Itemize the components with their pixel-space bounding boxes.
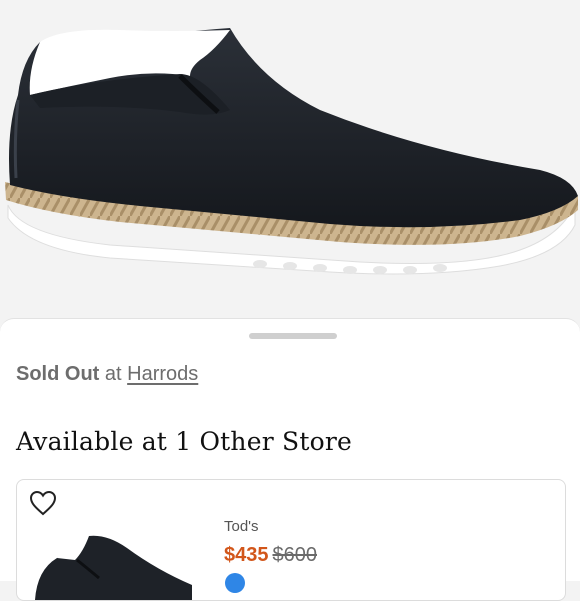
availability-line: Sold Out at Harrods [16,363,198,386]
offer-brand: Tod's [224,518,259,535]
other-stores-title: Available at 1 Other Store [16,427,352,456]
details-sheet: Sold Out at Harrods Available at 1 Other… [0,318,580,601]
original-price: $600 [272,544,318,566]
offer-product-thumbnail [35,535,192,600]
product-hero-image [0,0,580,318]
heart-outline-icon[interactable] [29,490,57,516]
sheet-drag-handle[interactable] [249,333,337,339]
store-offer-card[interactable]: Tod's $435 $600 [16,479,566,601]
sale-price: $435 [224,544,269,566]
retailer-link[interactable]: Harrods [127,363,198,385]
offer-price-row: $435 $600 [224,544,317,567]
retailer-badge-icon [225,573,245,593]
sold-out-status: Sold Out [16,363,100,385]
at-text: at [104,363,122,385]
slip-on-shoe-image [5,28,578,275]
